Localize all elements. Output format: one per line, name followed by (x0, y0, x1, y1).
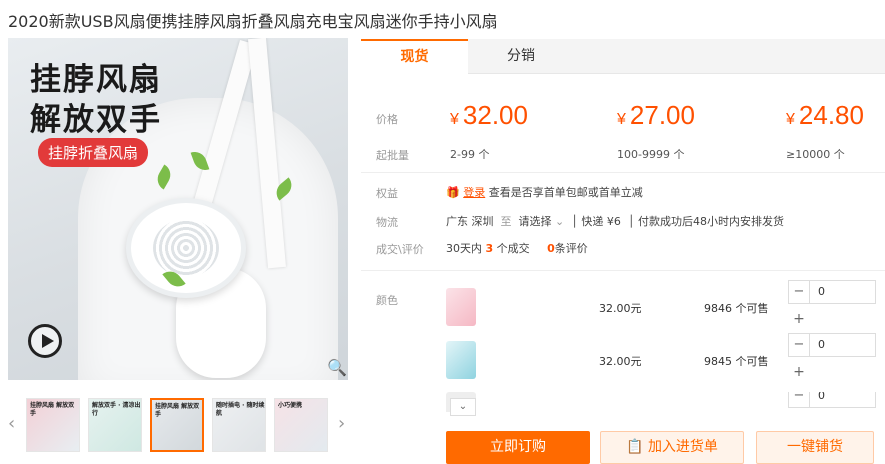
review-suffix: 条评价 (554, 242, 588, 255)
divider (361, 172, 885, 173)
thumbnail-caption: 挂脖风扇 解放双手 (155, 403, 200, 418)
thumbnail[interactable]: 随时插电 · 随时续航 (212, 398, 266, 452)
thumbnail-caption: 挂脖风扇 解放双手 (30, 402, 75, 417)
list-icon: 📋 (626, 439, 644, 455)
region-select-value: 请选择 (518, 215, 552, 228)
currency-symbol: ¥ (617, 111, 626, 128)
logistics-express: 快递 ¥6 (581, 215, 621, 228)
variant-row: 32.00元 9845 个可售 − 0 + (446, 333, 885, 393)
thumbnail[interactable]: 挂脖风扇 解放双手 (26, 398, 80, 452)
logistics-region-select[interactable]: 请选择 ⌄ (519, 215, 565, 228)
thumbs-prev-icon[interactable]: ‹ (8, 413, 15, 434)
variant-row: − 0 (446, 392, 885, 412)
tier-range: 100-9999 个 (617, 148, 685, 161)
logistics-label: 物流 (376, 216, 398, 229)
tier-price-value: 24.80 (798, 100, 864, 130)
product-title: 2020新款USB风扇便携挂脖风扇折叠风扇充电宝风扇迷你手持小风扇 (8, 12, 498, 31)
logistics-from: 广东 深圳 (446, 215, 494, 228)
chevron-down-icon: ⌄ (555, 215, 565, 228)
thumbnail-selected[interactable]: 挂脖风扇 解放双手 (150, 398, 204, 452)
thumbs-next-icon[interactable]: › (338, 413, 345, 434)
deal-prefix: 30天内 (446, 242, 482, 255)
add-to-list-button[interactable]: 📋 加入进货单 (600, 431, 744, 464)
variant-thumbnail[interactable] (446, 288, 476, 326)
tab-distribution[interactable]: 分销 (471, 39, 571, 74)
quantity-input[interactable]: 0 (810, 333, 876, 357)
promo-headline: 挂脖风扇 解放双手 (30, 60, 162, 140)
quantity-increase-button[interactable]: + (788, 308, 810, 330)
rights-text: 查看是否享首单包邮或首单立减 (488, 186, 643, 199)
currency-symbol: ¥ (786, 111, 795, 128)
thumbnail[interactable]: 解放双手 · 清凉出行 (88, 398, 142, 452)
promo-line-1: 挂脖风扇 (30, 62, 162, 98)
tab-spot[interactable]: 现货 (361, 39, 468, 74)
price-label: 价格 (376, 113, 398, 126)
divider (361, 270, 885, 271)
expand-variants-chevron-icon[interactable]: ⌄ (450, 398, 476, 416)
offer-tabs: 现货 分销 (361, 39, 885, 74)
quantity-input[interactable]: 0 (810, 280, 876, 304)
quantity-increase-button[interactable]: + (788, 361, 810, 383)
tier-range: 2-99 个 (450, 148, 490, 161)
quantity-decrease-button[interactable]: − (788, 333, 810, 357)
gift-icon: 🎁 (446, 186, 460, 199)
logistics-to: 至 (500, 215, 512, 228)
tier-price: ¥27.00 (617, 100, 695, 131)
logistics-note: 付款成功后48小时内安排发货 (637, 215, 784, 228)
tier-price: ¥32.00 (450, 100, 528, 131)
buy-now-button[interactable]: 立即订购 (446, 431, 590, 464)
tier-range: ≥10000 个 (786, 148, 845, 161)
color-label: 颜色 (376, 294, 398, 307)
deal-row: 30天内 3 个成交 0条评价 (446, 240, 588, 256)
thumbnail-caption: 小巧便携 (278, 402, 303, 409)
variant-price: 32.00元 (599, 355, 642, 368)
rights-row: 🎁 登录 查看是否享首单包邮或首单立减 (446, 184, 643, 200)
one-click-distribute-button[interactable]: 一键铺货 (756, 431, 874, 464)
logistics-row: 广东 深圳 至 请选择 ⌄ │ 快递 ¥6 │ 付款成功后48小时内安排发货 (446, 215, 784, 228)
fan-grill (153, 219, 219, 277)
tier-price: ¥24.80 (786, 100, 864, 131)
variant-thumbnail[interactable] (446, 341, 476, 379)
deal-count: 3 (485, 242, 494, 255)
moq-label: 起批量 (376, 149, 409, 162)
rights-label: 权益 (376, 187, 398, 200)
play-video-icon[interactable] (28, 324, 62, 358)
thumbnail-caption: 随时插电 · 随时续航 (216, 402, 265, 417)
add-to-list-label: 加入进货单 (647, 439, 718, 455)
variant-stock: 9845 个可售 (704, 355, 769, 368)
deal-label: 成交\评价 (376, 243, 424, 256)
quantity-input[interactable]: 0 (810, 392, 876, 408)
login-link[interactable]: 登录 (463, 186, 485, 199)
quantity-decrease-button[interactable]: − (788, 280, 810, 304)
zoom-icon[interactable]: 🔍 (326, 358, 348, 380)
thumbnail-caption: 解放双手 · 清凉出行 (92, 402, 141, 417)
main-product-image[interactable]: 挂脖风扇 解放双手 挂脖折叠风扇 🔍 (8, 38, 348, 380)
tier-price-value: 32.00 (462, 100, 528, 130)
deal-suffix: 个成交 (496, 242, 530, 255)
variant-price: 32.00元 (599, 302, 642, 315)
currency-symbol: ¥ (450, 111, 459, 128)
thumbnail[interactable]: 小巧便携 (274, 398, 328, 452)
quantity-decrease-button[interactable]: − (788, 392, 810, 408)
promo-tag: 挂脖折叠风扇 (38, 138, 149, 167)
variant-stock: 9846 个可售 (704, 302, 769, 315)
promo-line-2: 解放双手 (30, 102, 162, 138)
review-count[interactable]: 0 (547, 242, 555, 255)
tier-price-value: 27.00 (629, 100, 695, 130)
